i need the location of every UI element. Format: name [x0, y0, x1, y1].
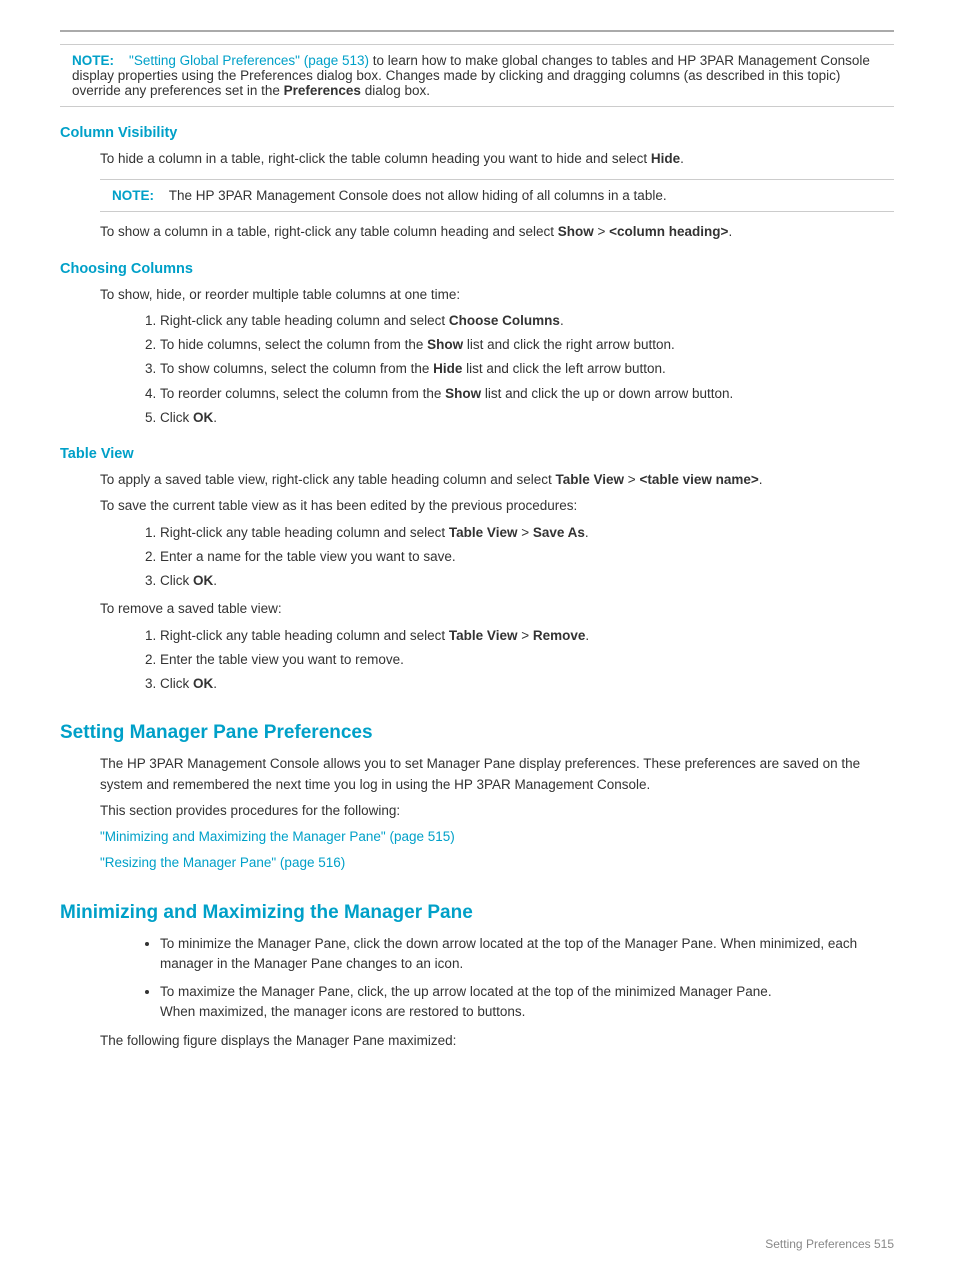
choosing-columns-intro: To show, hide, or reorder multiple table…: [100, 285, 894, 305]
smp-link1-wrap: "Minimizing and Maximizing the Manager P…: [100, 827, 894, 847]
cv-note-label: NOTE:: [112, 188, 154, 203]
note-pref-bold: Preferences: [284, 83, 361, 98]
top-note-box: NOTE: "Setting Global Preferences" (page…: [60, 44, 894, 107]
list-item: Right-click any table heading column and…: [160, 311, 894, 331]
setting-manager-pane-section: Setting Manager Pane Preferences The HP …: [60, 722, 894, 873]
list-item: Right-click any table heading column and…: [160, 523, 894, 543]
page-footer-text: Setting Preferences 515: [765, 1237, 894, 1251]
list-item: Right-click any table heading column and…: [160, 626, 894, 646]
column-visibility-section: Column Visibility To hide a column in a …: [60, 125, 894, 243]
minimizing-maximizing-heading: Minimizing and Maximizing the Manager Pa…: [60, 902, 894, 924]
minimizing-maximizing-content: To minimize the Manager Pane, click the …: [100, 934, 894, 1051]
list-item: To show columns, select the column from …: [160, 359, 894, 379]
cv-note-text: [158, 188, 166, 203]
column-visibility-content: To hide a column in a table, right-click…: [100, 149, 894, 243]
column-visibility-note: NOTE: The HP 3PAR Management Console doe…: [100, 179, 894, 212]
note-text-pre: [118, 53, 126, 68]
table-view-remove-intro: To remove a saved table view:: [100, 599, 894, 619]
choosing-columns-section: Choosing Columns To show, hide, or reord…: [60, 261, 894, 429]
top-divider: [60, 30, 894, 32]
table-view-apply-text: To apply a saved table view, right-click…: [100, 470, 894, 490]
setting-manager-pane-content: The HP 3PAR Management Console allows yo…: [100, 754, 894, 873]
table-view-content: To apply a saved table view, right-click…: [100, 470, 894, 694]
list-item: Click OK.: [160, 408, 894, 428]
table-view-section: Table View To apply a saved table view, …: [60, 446, 894, 694]
list-item: Enter the table view you want to remove.: [160, 650, 894, 670]
smp-link2-wrap: "Resizing the Manager Pane" (page 516): [100, 853, 894, 873]
list-item: Click OK.: [160, 571, 894, 591]
note-label: NOTE:: [72, 53, 114, 68]
page-footer: Setting Preferences 515: [765, 1237, 894, 1251]
setting-global-pref-link[interactable]: "Setting Global Preferences" (page 513): [129, 53, 369, 68]
note-text-end: dialog box.: [365, 83, 430, 98]
list-item: Enter a name for the table view you want…: [160, 547, 894, 567]
list-item: Click OK.: [160, 674, 894, 694]
table-view-save-intro: To save the current table view as it has…: [100, 496, 894, 516]
minimizing-maximizing-link[interactable]: "Minimizing and Maximizing the Manager P…: [100, 829, 455, 844]
minimizing-maximizing-footer: The following figure displays the Manage…: [100, 1031, 894, 1051]
smp-text1: The HP 3PAR Management Console allows yo…: [100, 754, 894, 795]
table-view-heading: Table View: [60, 446, 894, 462]
column-visibility-heading: Column Visibility: [60, 125, 894, 141]
choosing-columns-heading: Choosing Columns: [60, 261, 894, 277]
list-item: To maximize the Manager Pane, click, the…: [160, 982, 894, 1023]
setting-manager-pane-heading: Setting Manager Pane Preferences: [60, 722, 894, 744]
table-view-remove-steps: Right-click any table heading column and…: [160, 626, 894, 695]
table-view-save-steps: Right-click any table heading column and…: [160, 523, 894, 592]
minimizing-maximizing-list: To minimize the Manager Pane, click the …: [160, 934, 894, 1023]
minimizing-maximizing-section: Minimizing and Maximizing the Manager Pa…: [60, 902, 894, 1051]
choosing-columns-content: To show, hide, or reorder multiple table…: [100, 285, 894, 429]
smp-text2: This section provides procedures for the…: [100, 801, 894, 821]
list-item: To minimize the Manager Pane, click the …: [160, 934, 894, 975]
hide-col-text: To hide a column in a table, right-click…: [100, 149, 894, 169]
resizing-manager-pane-link[interactable]: "Resizing the Manager Pane" (page 516): [100, 855, 345, 870]
cv-note-body: The HP 3PAR Management Console does not …: [169, 188, 667, 203]
list-item: To reorder columns, select the column fr…: [160, 384, 894, 404]
show-col-text: To show a column in a table, right-click…: [100, 222, 894, 242]
list-item: To hide columns, select the column from …: [160, 335, 894, 355]
choosing-columns-list: Right-click any table heading column and…: [160, 311, 894, 428]
